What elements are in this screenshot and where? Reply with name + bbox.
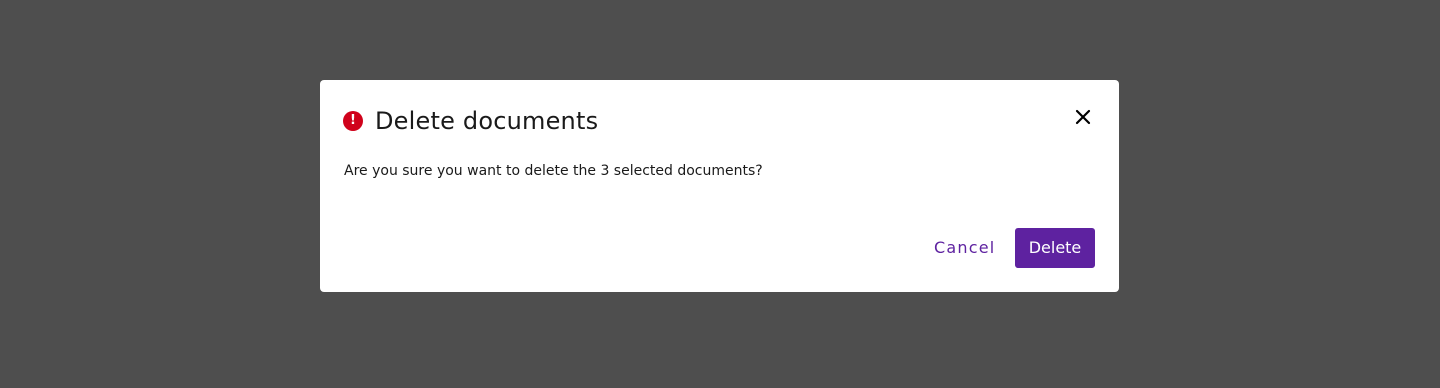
delete-documents-dialog: ! Delete documents Are you sure you want… bbox=[320, 80, 1119, 292]
close-button[interactable] bbox=[1072, 106, 1094, 128]
dialog-header: ! Delete documents bbox=[343, 106, 598, 136]
delete-button[interactable]: Delete bbox=[1015, 228, 1095, 268]
alert-icon: ! bbox=[343, 111, 363, 131]
dialog-message: Are you sure you want to delete the 3 se… bbox=[344, 163, 763, 179]
dialog-title: Delete documents bbox=[375, 107, 599, 135]
close-icon bbox=[1075, 109, 1091, 125]
cancel-button[interactable]: Cancel bbox=[928, 228, 1001, 268]
